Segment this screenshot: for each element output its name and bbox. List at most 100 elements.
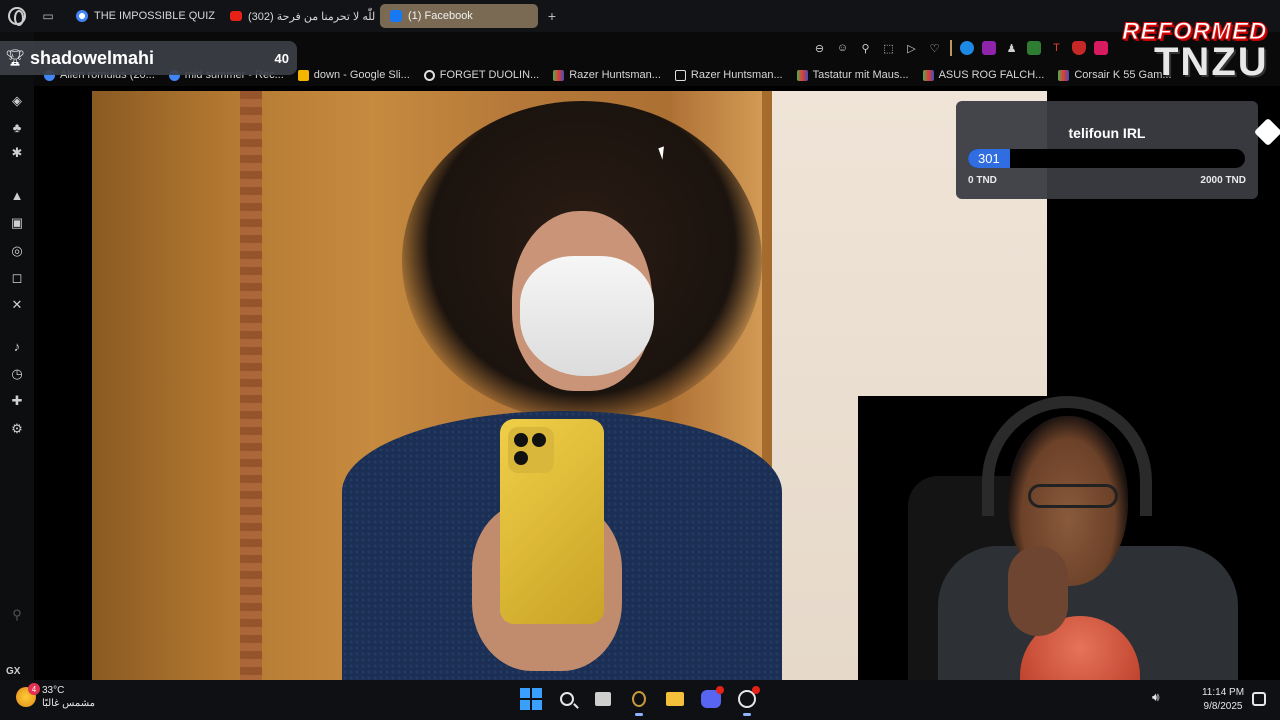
top-viewer-banner: 🏆︎ shadowelmahi 40 — [0, 41, 297, 75]
toolbar-divider — [950, 40, 952, 56]
donation-goal-widget: telifoun IRL 301 0 TND 2000 TND — [956, 101, 1258, 199]
music-player-icon[interactable]: ♪ — [8, 337, 26, 355]
extensions-icon[interactable]: ✚ — [8, 392, 26, 410]
pin-sidebar-icon[interactable]: ⚲ — [8, 606, 26, 624]
bookmark-label: down - Google Sli... — [313, 69, 410, 81]
tab-facebook[interactable]: (1) Facebook — [380, 4, 538, 28]
tab-bar: ▭ THE IMPOSSIBLE QUIZ - | اللّٰه لا تحرم… — [0, 0, 1280, 32]
extension-icon[interactable]: ♟ — [1004, 41, 1019, 56]
bookmark-item[interactable]: Razer Huntsman... — [553, 69, 661, 81]
tab-label: (1) Facebook — [408, 10, 473, 22]
bookmark-label: Razer Huntsman... — [569, 69, 661, 81]
goal-current-value: 301 — [977, 151, 1000, 166]
discord-app[interactable] — [698, 686, 724, 712]
opera-gx-icon — [632, 691, 646, 707]
new-tab-button[interactable]: + — [542, 6, 562, 26]
viewer-name: shadowelmahi — [30, 47, 155, 68]
page-icon — [674, 69, 686, 81]
goal-progress-fill: 301 — [968, 149, 1010, 168]
clock-date: 9/8/2025 — [1203, 701, 1243, 712]
bookmark-label: Tastatur mit Maus... — [812, 69, 909, 81]
opera-gx-logo[interactable] — [0, 0, 34, 32]
bookmark-label: ASUS ROG FALCH... — [938, 69, 1045, 81]
settings-icon[interactable]: ⚙ — [8, 420, 26, 438]
weather-description: مشمس غالبًا — [42, 698, 95, 709]
gx-corner-icon[interactable]: ♣ — [8, 118, 26, 136]
viewer-count: 40 — [274, 50, 289, 66]
search-button[interactable] — [554, 686, 580, 712]
weather-sun-icon: 4 — [16, 683, 40, 707]
recording-dot — [752, 686, 760, 694]
notification-dot — [716, 686, 724, 694]
taskbar-apps — [518, 686, 760, 716]
browser-sidebar: ◈ ♣ ✱ ▲ ▣ ◎ ◻ ✕ ♪ ◷ ✚ ⚙ ⚲ GX ... — [0, 32, 34, 708]
gx-label[interactable]: GX — [6, 666, 20, 677]
extension-icon[interactable] — [1094, 41, 1108, 55]
google-icon — [76, 10, 88, 22]
messenger-icon[interactable]: ◎ — [8, 242, 26, 260]
brand-line-2: TNZU — [1154, 40, 1269, 84]
photo-face-mask — [520, 256, 654, 376]
tab-youtube-video[interactable]: اللّٰه لا تحرمنا من فرحة (302) — [220, 4, 376, 28]
taskbar-clock[interactable]: 11:14 PM 9/8/2025 — [1200, 686, 1246, 714]
notification-icon[interactable] — [1252, 692, 1266, 706]
extension-icon[interactable] — [1027, 41, 1041, 55]
windows-taskbar: 4 33°C مشمس غالبًا 🔊︎ 11:14 PM 9/8/2025 — [0, 680, 1280, 720]
system-tray: 🔊︎ — [1152, 690, 1160, 705]
bookmark-item[interactable]: ASUS ROG FALCH... — [922, 69, 1045, 81]
pin-icon[interactable]: ⚲ — [858, 41, 873, 56]
play-icon[interactable]: ▷ — [904, 41, 919, 56]
shield-icon[interactable] — [1072, 41, 1086, 55]
bookmark-label: FORGET DUOLIN... — [439, 69, 540, 81]
twitch-icon[interactable]: ▣ — [8, 214, 26, 232]
goal-title: telifoun IRL — [1068, 125, 1146, 141]
opera-gx-app[interactable] — [626, 686, 652, 716]
weather-temperature: 33°C — [42, 685, 65, 696]
extension-icon[interactable]: T — [1049, 41, 1064, 56]
bookmark-item[interactable]: down - Google Sli... — [297, 69, 410, 81]
task-view-button[interactable] — [590, 686, 616, 712]
extension-icon[interactable] — [982, 41, 996, 55]
history-icon[interactable]: ◷ — [8, 365, 26, 383]
bookmark-label: Razer Huntsman... — [690, 69, 783, 81]
gx-control-icon[interactable]: ◈ — [8, 92, 26, 110]
folder-icon — [666, 692, 684, 706]
weather-badge: 4 — [28, 683, 40, 695]
tab-menu-icon[interactable]: ▭ — [34, 0, 62, 32]
heart-icon[interactable]: ♡ — [927, 41, 942, 56]
tab-label: اللّٰه لا تحرمنا من فرحة (302) — [248, 10, 376, 23]
instagram-icon[interactable]: ◻ — [8, 269, 26, 287]
slides-icon — [297, 69, 309, 81]
goal-max-label: 2000 TND — [1200, 175, 1246, 186]
screenshot-icon[interactable]: ⬚ — [881, 41, 896, 56]
photo-phone-camera — [508, 427, 554, 473]
photo-door-trim — [240, 91, 262, 680]
emoji-icon[interactable]: ☺ — [835, 41, 850, 56]
goal-progress-bar: 301 — [968, 149, 1245, 168]
tab-impossible-quiz[interactable]: THE IMPOSSIBLE QUIZ - | — [66, 4, 216, 28]
weather-widget[interactable]: 4 33°C مشمس غالبًا — [16, 683, 95, 710]
volume-icon[interactable]: 🔊︎ — [1152, 690, 1160, 705]
youtube-icon — [230, 11, 242, 21]
goal-min-label: 0 TND — [968, 175, 997, 186]
flag-icon — [553, 69, 565, 81]
webcam-hand — [1008, 546, 1068, 636]
windows-icon — [520, 688, 542, 710]
gx-cleaner-icon[interactable]: ✱ — [8, 144, 26, 162]
screen: ▭ THE IMPOSSIBLE QUIZ - | اللّٰه لا تحرم… — [0, 0, 1280, 720]
toolbar-icons: ⊖ ☺ ⚲ ⬚ ▷ ♡ ♟ T — [812, 40, 1108, 56]
search-icon — [560, 692, 574, 706]
extension-icon[interactable] — [960, 41, 974, 55]
bookmark-item[interactable]: Tastatur mit Maus... — [796, 69, 909, 81]
stream-brand-logo: REFORMED TNZU — [1118, 16, 1278, 88]
bookmark-item[interactable]: Razer Huntsman... — [674, 69, 783, 81]
clock-time: 11:14 PM — [1201, 687, 1245, 698]
gx-news-icon[interactable]: ▲ — [8, 186, 26, 204]
zoom-out-icon[interactable]: ⊖ — [812, 41, 827, 56]
obs-app[interactable] — [734, 686, 760, 716]
x-icon[interactable]: ✕ — [8, 296, 26, 314]
file-explorer-app[interactable] — [662, 686, 688, 712]
trophy-icon: 🏆︎ — [4, 50, 26, 67]
start-button[interactable] — [518, 686, 544, 712]
bookmark-item[interactable]: FORGET DUOLIN... — [423, 69, 540, 81]
